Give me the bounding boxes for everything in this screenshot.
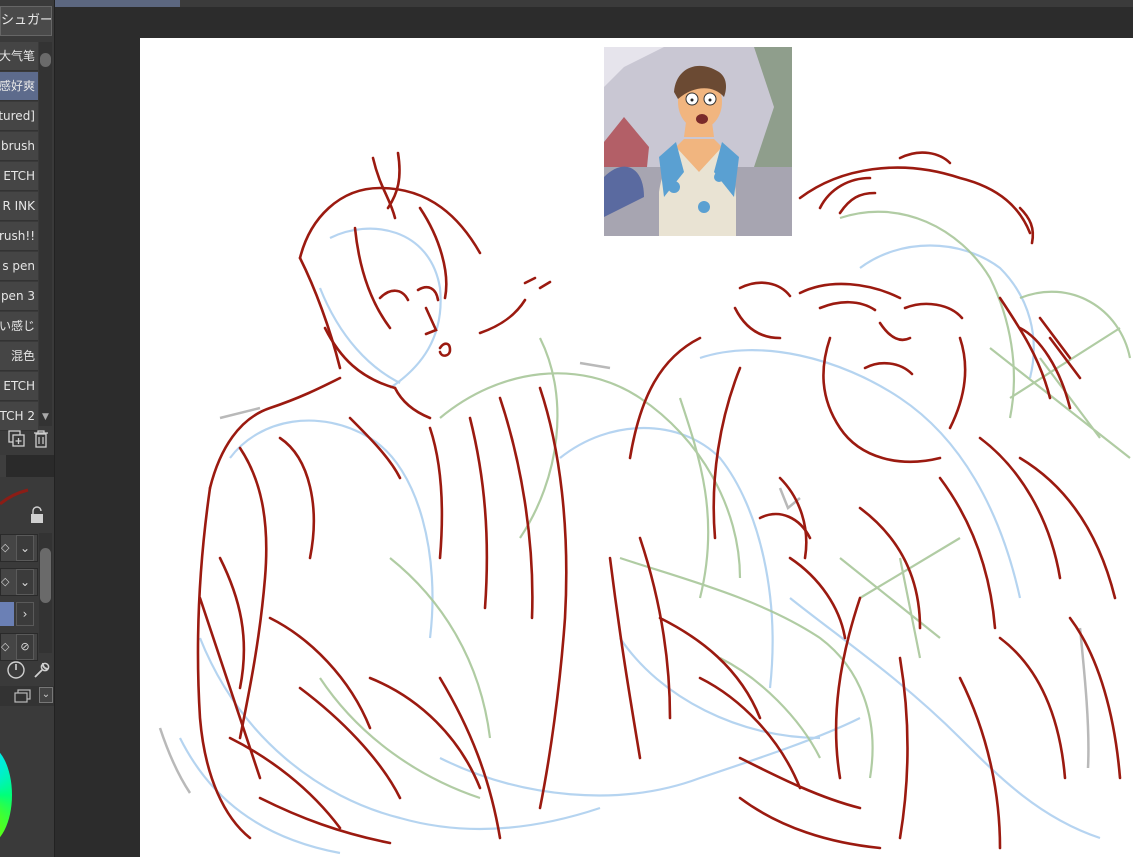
chevron-right-icon[interactable]: › xyxy=(16,602,34,626)
document-tab-bar xyxy=(55,0,1133,7)
brush-item-label: Brush!! xyxy=(0,229,35,243)
brush-item[interactable]: 混色 xyxy=(0,342,38,371)
property-scroll-thumb[interactable] xyxy=(40,548,51,603)
brush-item[interactable]: ETCH xyxy=(0,372,38,401)
brush-subtool-panel: シュガー 大气笔 感好爽 tured] brush ETCH R INK Bru… xyxy=(0,0,55,857)
brush-item-selected[interactable]: 感好爽 xyxy=(0,72,38,101)
lock-icon[interactable] xyxy=(29,506,45,527)
brush-item[interactable]: 大气笔 xyxy=(0,42,38,71)
brush-item[interactable]: TCH 2 xyxy=(0,402,38,431)
brush-item-label: ETCH xyxy=(3,169,35,183)
brush-stroke-preview xyxy=(0,488,29,506)
brush-item-label: brush xyxy=(0,139,35,153)
tool-property-tabbar xyxy=(0,455,54,477)
scroll-down-icon[interactable]: ▼ xyxy=(39,410,52,424)
spin-updown-icon[interactable]: ◇ xyxy=(1,541,9,554)
trash-icon[interactable] xyxy=(33,429,49,451)
brush-item[interactable]: tured] xyxy=(0,102,38,131)
brush-item-label: R INK xyxy=(2,199,35,213)
brush-list: 大气笔 感好爽 tured] brush ETCH R INK Brush!! … xyxy=(0,42,38,432)
chevron-double-down-icon[interactable]: ⌄ xyxy=(16,535,34,561)
brush-item-label: tured] xyxy=(0,109,35,123)
brush-item[interactable]: い感じ xyxy=(0,312,38,341)
brush-item[interactable]: R INK xyxy=(0,192,38,221)
color-wheel-icon[interactable] xyxy=(0,745,12,845)
brush-item-label: TCH 2 xyxy=(0,409,35,423)
brush-item[interactable]: s pen xyxy=(0,252,38,281)
brush-item-label: 混色 xyxy=(10,349,35,363)
spin-updown-icon[interactable]: ◇ xyxy=(1,640,9,653)
brush-item[interactable]: Brush!! xyxy=(0,222,38,251)
brush-item-label: ETCH xyxy=(3,379,35,393)
reference-character-picture xyxy=(604,47,792,236)
brush-item-label: 大气笔 xyxy=(0,49,35,63)
duplicate-brush-icon[interactable] xyxy=(8,430,26,451)
spin-updown-icon[interactable]: ◇ xyxy=(1,575,9,588)
brush-item-label: 感好爽 xyxy=(0,79,35,93)
brush-color-swatch[interactable] xyxy=(0,602,14,626)
brush-list-scrollbar[interactable] xyxy=(39,42,52,426)
chevron-double-down-icon[interactable]: ⌄ xyxy=(16,569,34,595)
active-document-tab[interactable] xyxy=(55,0,180,7)
tool-property-tab[interactable] xyxy=(0,455,6,477)
drawing-canvas[interactable] xyxy=(140,38,1133,857)
brush-item-label: pen 3 xyxy=(0,289,35,303)
brush-group-header[interactable]: シュガー xyxy=(0,6,52,36)
wrench-icon[interactable] xyxy=(32,660,52,683)
panel-layers-icon[interactable] xyxy=(14,689,32,706)
chevron-down-icon[interactable]: ⌄ xyxy=(39,687,53,703)
brush-item[interactable]: ETCH xyxy=(0,162,38,191)
brush-item[interactable]: brush xyxy=(0,132,38,161)
pressure-dial-icon[interactable] xyxy=(6,660,26,683)
brush-item-label: s pen xyxy=(2,259,35,273)
reference-image[interactable] xyxy=(604,47,792,236)
brush-item-label: い感じ xyxy=(0,319,35,333)
brush-item[interactable]: pen 3 xyxy=(0,282,38,311)
no-symbol-icon[interactable]: ⊘ xyxy=(16,634,34,660)
brush-list-scroll-thumb[interactable] xyxy=(40,53,51,67)
